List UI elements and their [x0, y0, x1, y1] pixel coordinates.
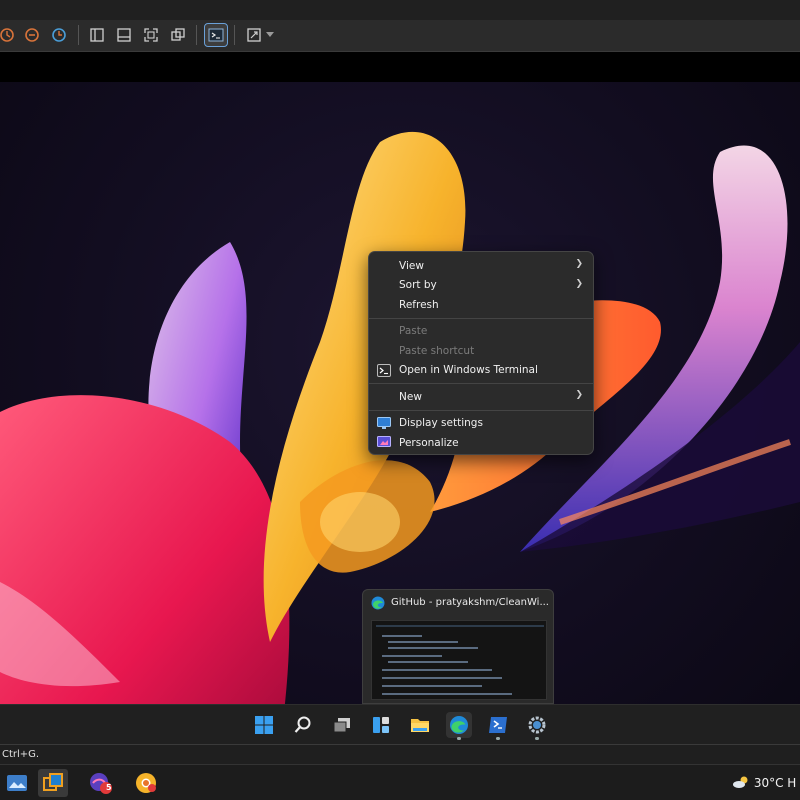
edge-icon[interactable]: [446, 712, 472, 740]
status-hint-text: Ctrl+G.: [2, 749, 40, 760]
fullscreen-icon[interactable]: [140, 24, 162, 46]
revert-snapshot-icon[interactable]: [21, 24, 43, 46]
vm-status-bar: Ctrl+G.: [0, 744, 800, 764]
photos-icon[interactable]: [2, 769, 32, 797]
badge-app-icon[interactable]: 5: [86, 769, 116, 797]
running-indicator: [535, 737, 539, 740]
menu-item-label: Open in Windows Terminal: [399, 364, 538, 377]
preview-thumbnail: [371, 620, 547, 700]
running-indicator: [496, 737, 500, 740]
console-view-icon[interactable]: [204, 23, 228, 47]
menu-item-open-terminal[interactable]: Open in Windows Terminal: [369, 361, 593, 381]
chevron-down-icon[interactable]: [264, 24, 276, 46]
menu-item-personalize[interactable]: Personalize: [369, 433, 593, 453]
menu-item-label: Sort by: [399, 279, 437, 292]
stretch-icon[interactable]: [243, 24, 265, 46]
panel-toggle-icon[interactable]: [113, 24, 135, 46]
menu-item-label: Refresh: [399, 298, 439, 311]
start-icon[interactable]: [251, 712, 277, 738]
unity-icon[interactable]: [167, 24, 189, 46]
search-icon[interactable]: [290, 712, 316, 738]
toolbar-divider: [234, 25, 235, 45]
menu-item-new[interactable]: New ❯: [369, 387, 593, 407]
weather-icon: [733, 776, 748, 788]
menu-item-label: Paste shortcut: [399, 344, 475, 357]
terminal-icon[interactable]: [485, 712, 511, 740]
menu-separator: [369, 383, 593, 384]
notification-badge: 5: [106, 783, 112, 792]
manage-snapshots-icon[interactable]: [48, 24, 70, 46]
terminal-icon: [377, 363, 391, 377]
edge-icon: [371, 596, 385, 610]
taskbar-window-preview[interactable]: GitHub - pratyakshm/CleanWi...: [362, 589, 554, 704]
chevron-right-icon: ❯: [575, 278, 583, 289]
file-explorer-icon[interactable]: [407, 712, 433, 738]
menu-item-refresh[interactable]: Refresh: [369, 295, 593, 315]
toolbar-divider: [196, 25, 197, 45]
personalize-icon: [377, 436, 391, 447]
preview-title: GitHub - pratyakshm/CleanWi...: [391, 597, 549, 608]
chevron-right-icon: ❯: [575, 259, 583, 269]
menu-item-label: Display settings: [399, 417, 483, 430]
host-taskbar: 5 30°C H: [0, 764, 800, 800]
menu-separator: [369, 317, 593, 319]
menu-item-display-settings[interactable]: Display settings: [369, 414, 593, 434]
menu-item-label: View: [399, 259, 424, 272]
guest-display[interactable]: View ❯ Sort by ❯ Refresh Paste Paste sho…: [0, 52, 800, 744]
desktop-context-menu: View ❯ Sort by ❯ Refresh Paste Paste sho…: [368, 251, 594, 455]
menu-item-paste: Paste: [369, 322, 593, 342]
menu-item-sort-by[interactable]: Sort by ❯: [369, 276, 593, 296]
menu-item-label: New: [399, 390, 422, 403]
toolbar-divider: [78, 25, 79, 45]
guest-taskbar: [0, 704, 800, 744]
menu-item-paste-shortcut: Paste shortcut: [369, 341, 593, 361]
chrome-canary-icon[interactable]: [131, 769, 161, 797]
menu-item-view[interactable]: View ❯: [369, 256, 593, 276]
menu-item-label: Personalize: [399, 436, 459, 449]
virtualbox-icon[interactable]: [38, 769, 68, 797]
vm-toolbar: [0, 0, 800, 52]
snapshot-icon[interactable]: [0, 24, 18, 46]
widgets-icon[interactable]: [368, 712, 394, 738]
chevron-right-icon: ❯: [575, 390, 583, 400]
weather-widget[interactable]: 30°C H: [732, 775, 796, 790]
sidebar-toggle-icon[interactable]: [86, 24, 108, 46]
menu-item-label: Paste: [399, 325, 428, 338]
title-strip: [0, 0, 800, 20]
weather-text: 30°C H: [753, 776, 797, 790]
screen: View ❯ Sort by ❯ Refresh Paste Paste sho…: [0, 0, 800, 800]
running-indicator: [457, 737, 461, 740]
menu-separator: [369, 409, 593, 411]
task-view-icon[interactable]: [329, 712, 355, 738]
settings-icon[interactable]: [524, 712, 550, 740]
display-icon: [377, 416, 391, 429]
